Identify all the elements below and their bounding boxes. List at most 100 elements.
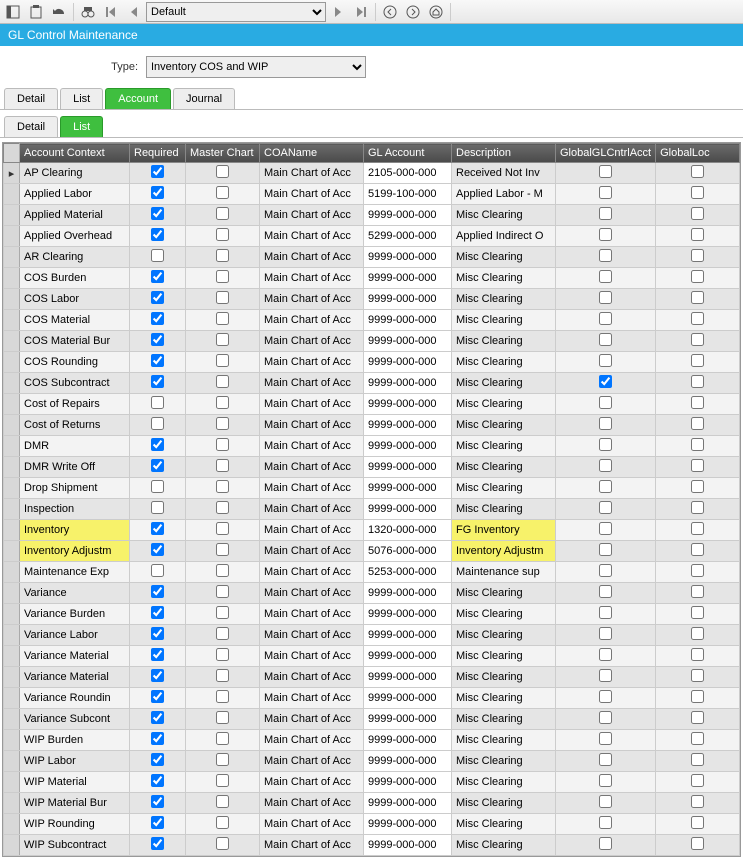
globallock-checkbox[interactable] <box>691 417 704 430</box>
cell-context[interactable]: COS Burden <box>20 268 130 289</box>
cell-master[interactable] <box>186 835 260 856</box>
table-row[interactable]: AR ClearingMain Chart of Acc9999-000-000… <box>4 247 740 268</box>
cell-context[interactable]: AR Clearing <box>20 247 130 268</box>
cell-description[interactable]: Misc Clearing <box>452 268 556 289</box>
globallock-checkbox[interactable] <box>691 711 704 724</box>
global-checkbox[interactable] <box>599 375 612 388</box>
cell-description[interactable]: Maintenance sup <box>452 562 556 583</box>
cell-description[interactable]: Misc Clearing <box>452 751 556 772</box>
cell-glaccount[interactable]: 2105-000-000 <box>364 163 452 184</box>
cell-context[interactable]: AP Clearing <box>20 163 130 184</box>
master-checkbox[interactable] <box>216 375 229 388</box>
cell-context[interactable]: WIP Material Bur <box>20 793 130 814</box>
cell-glaccount[interactable]: 9999-000-000 <box>364 331 452 352</box>
cell-master[interactable] <box>186 520 260 541</box>
cell-required[interactable] <box>130 226 186 247</box>
required-checkbox[interactable] <box>151 795 164 808</box>
cell-required[interactable] <box>130 478 186 499</box>
table-row[interactable]: WIP SubcontractMain Chart of Acc9999-000… <box>4 835 740 856</box>
cell-globalacct[interactable] <box>556 436 656 457</box>
cell-required[interactable] <box>130 625 186 646</box>
cell-globalacct[interactable] <box>556 289 656 310</box>
cell-required[interactable] <box>130 562 186 583</box>
cell-required[interactable] <box>130 499 186 520</box>
cell-master[interactable] <box>186 625 260 646</box>
cell-required[interactable] <box>130 604 186 625</box>
cell-coaname[interactable]: Main Chart of Acc <box>260 205 364 226</box>
cell-context[interactable]: Applied Material <box>20 205 130 226</box>
globallock-checkbox[interactable] <box>691 543 704 556</box>
master-checkbox[interactable] <box>216 690 229 703</box>
global-checkbox[interactable] <box>599 207 612 220</box>
master-checkbox[interactable] <box>216 333 229 346</box>
cell-coaname[interactable]: Main Chart of Acc <box>260 772 364 793</box>
cell-coaname[interactable]: Main Chart of Acc <box>260 457 364 478</box>
cell-globallock[interactable] <box>656 331 740 352</box>
nav-first-icon[interactable] <box>100 2 122 22</box>
cell-glaccount[interactable]: 9999-000-000 <box>364 730 452 751</box>
cell-globalacct[interactable] <box>556 394 656 415</box>
cell-context[interactable]: Cost of Returns <box>20 415 130 436</box>
cell-globallock[interactable] <box>656 709 740 730</box>
cell-globallock[interactable] <box>656 310 740 331</box>
master-checkbox[interactable] <box>216 312 229 325</box>
cell-coaname[interactable]: Main Chart of Acc <box>260 436 364 457</box>
col-required[interactable]: Required <box>130 144 186 163</box>
tab-list[interactable]: List <box>60 88 103 109</box>
globallock-checkbox[interactable] <box>691 480 704 493</box>
table-row[interactable]: Variance LaborMain Chart of Acc9999-000-… <box>4 625 740 646</box>
master-checkbox[interactable] <box>216 711 229 724</box>
subtab-list[interactable]: List <box>60 116 103 137</box>
cell-glaccount[interactable]: 9999-000-000 <box>364 499 452 520</box>
required-checkbox[interactable] <box>151 564 164 577</box>
cell-context[interactable]: Maintenance Exp <box>20 562 130 583</box>
cell-globalacct[interactable] <box>556 352 656 373</box>
cell-context[interactable]: Variance Roundin <box>20 688 130 709</box>
table-row[interactable]: InspectionMain Chart of Acc9999-000-000M… <box>4 499 740 520</box>
cell-globalacct[interactable] <box>556 646 656 667</box>
cell-required[interactable] <box>130 814 186 835</box>
table-row[interactable]: WIP Material BurMain Chart of Acc9999-00… <box>4 793 740 814</box>
cell-globalacct[interactable] <box>556 772 656 793</box>
cell-description[interactable]: Misc Clearing <box>452 583 556 604</box>
cell-required[interactable] <box>130 646 186 667</box>
nav-forward-icon[interactable] <box>402 2 424 22</box>
global-checkbox[interactable] <box>599 669 612 682</box>
cell-globalacct[interactable] <box>556 373 656 394</box>
cell-glaccount[interactable]: 9999-000-000 <box>364 310 452 331</box>
cell-coaname[interactable]: Main Chart of Acc <box>260 226 364 247</box>
required-checkbox[interactable] <box>151 228 164 241</box>
master-checkbox[interactable] <box>216 228 229 241</box>
cell-coaname[interactable]: Main Chart of Acc <box>260 331 364 352</box>
globallock-checkbox[interactable] <box>691 438 704 451</box>
cell-glaccount[interactable]: 9999-000-000 <box>364 772 452 793</box>
cell-coaname[interactable]: Main Chart of Acc <box>260 625 364 646</box>
cell-glaccount[interactable]: 9999-000-000 <box>364 352 452 373</box>
globallock-checkbox[interactable] <box>691 795 704 808</box>
cell-globalacct[interactable] <box>556 688 656 709</box>
cell-required[interactable] <box>130 667 186 688</box>
global-checkbox[interactable] <box>599 543 612 556</box>
cell-master[interactable] <box>186 667 260 688</box>
cell-coaname[interactable]: Main Chart of Acc <box>260 478 364 499</box>
cell-context[interactable]: WIP Labor <box>20 751 130 772</box>
cell-coaname[interactable]: Main Chart of Acc <box>260 268 364 289</box>
cell-description[interactable]: Inventory Adjustm <box>452 541 556 562</box>
global-checkbox[interactable] <box>599 333 612 346</box>
cell-master[interactable] <box>186 478 260 499</box>
cell-globallock[interactable] <box>656 541 740 562</box>
cell-glaccount[interactable]: 9999-000-000 <box>364 835 452 856</box>
global-checkbox[interactable] <box>599 312 612 325</box>
cell-master[interactable] <box>186 793 260 814</box>
cell-coaname[interactable]: Main Chart of Acc <box>260 310 364 331</box>
cell-glaccount[interactable]: 9999-000-000 <box>364 415 452 436</box>
cell-master[interactable] <box>186 352 260 373</box>
cell-description[interactable]: Misc Clearing <box>452 688 556 709</box>
required-checkbox[interactable] <box>151 837 164 850</box>
globallock-checkbox[interactable] <box>691 669 704 682</box>
cell-globalacct[interactable] <box>556 583 656 604</box>
global-checkbox[interactable] <box>599 711 612 724</box>
master-checkbox[interactable] <box>216 816 229 829</box>
cell-coaname[interactable]: Main Chart of Acc <box>260 163 364 184</box>
table-row[interactable]: Inventory AdjustmMain Chart of Acc5076-0… <box>4 541 740 562</box>
